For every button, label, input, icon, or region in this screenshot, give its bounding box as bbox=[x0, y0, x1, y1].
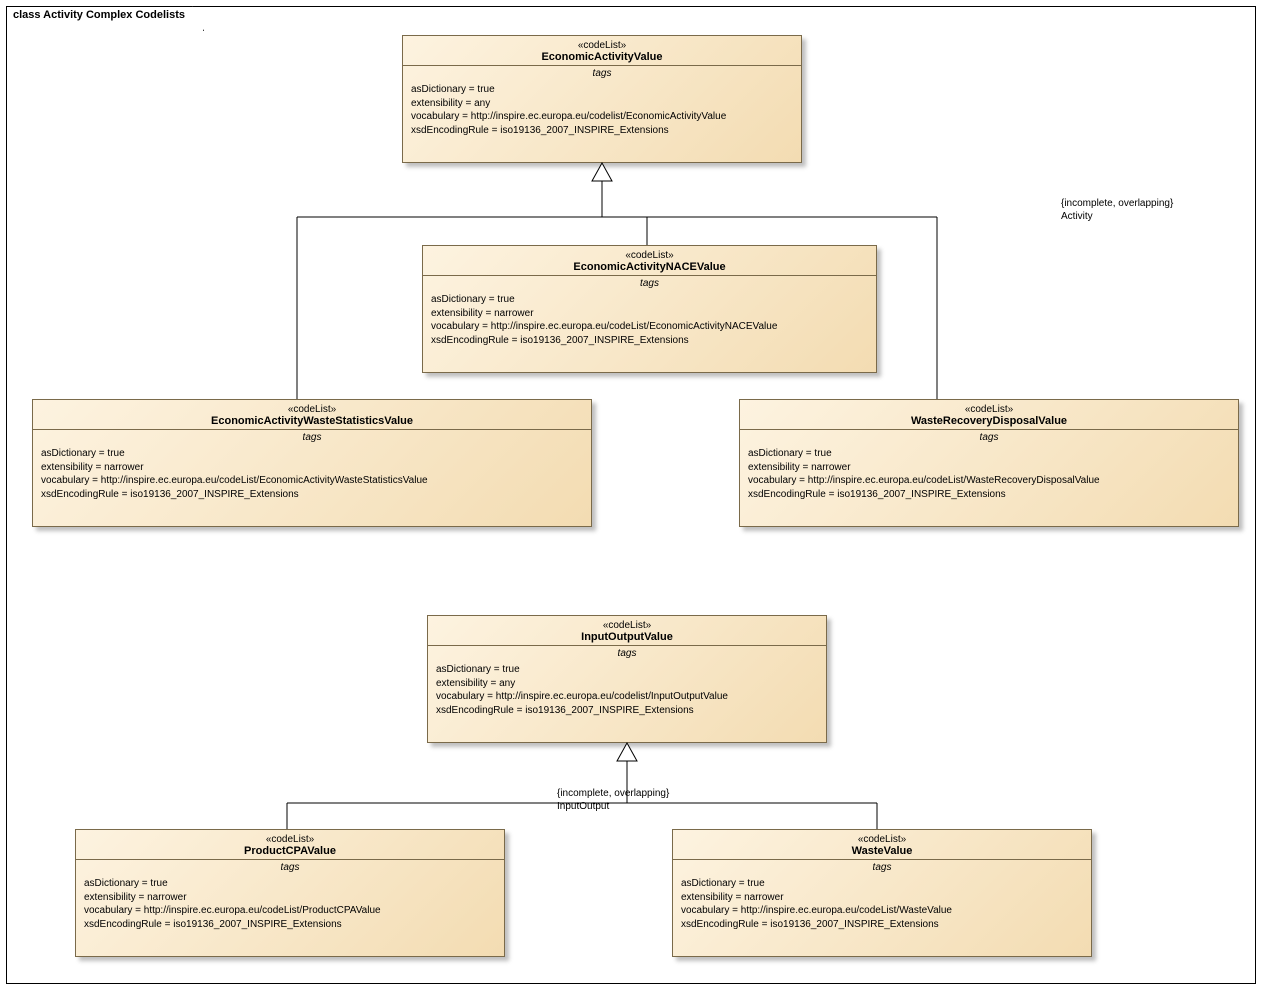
stereotype: «codeList» bbox=[39, 404, 585, 415]
tags-body: asDictionary = true extensibility = narr… bbox=[740, 447, 1238, 509]
tags-body: asDictionary = true extensibility = any … bbox=[428, 663, 826, 725]
tags-body: asDictionary = true extensibility = narr… bbox=[76, 877, 504, 939]
stereotype: «codeList» bbox=[82, 834, 498, 845]
class-name: WasteRecoveryDisposalValue bbox=[746, 415, 1232, 427]
stereotype: «codeList» bbox=[746, 404, 1232, 415]
generalization-note-top: {incomplete, overlapping} Activity bbox=[1061, 197, 1173, 223]
class-name: InputOutputValue bbox=[434, 631, 820, 643]
class-waste-recovery-disposal-value: «codeList» WasteRecoveryDisposalValue ta… bbox=[739, 399, 1239, 527]
class-name: EconomicActivityValue bbox=[409, 51, 795, 63]
class-economic-activity-value: «codeList» EconomicActivityValue tags as… bbox=[402, 35, 802, 163]
class-name: ProductCPAValue bbox=[82, 845, 498, 857]
diagram-frame: class Activity Complex Codelists «codeLi… bbox=[6, 6, 1256, 984]
diagram-title-tab: class Activity Complex Codelists bbox=[6, 6, 204, 31]
tags-body: asDictionary = true extensibility = narr… bbox=[423, 293, 876, 355]
class-name: EconomicActivityNACEValue bbox=[429, 261, 870, 273]
tags-body: asDictionary = true extensibility = any … bbox=[403, 83, 801, 145]
class-waste-value: «codeList» WasteValue tags asDictionary … bbox=[672, 829, 1092, 957]
tags-label: tags bbox=[428, 646, 826, 663]
note-line: {incomplete, overlapping} bbox=[557, 787, 669, 800]
class-economic-activity-waste-statistics-value: «codeList» EconomicActivityWasteStatisti… bbox=[32, 399, 592, 527]
stereotype: «codeList» bbox=[679, 834, 1085, 845]
tags-label: tags bbox=[423, 276, 876, 293]
tags-label: tags bbox=[673, 860, 1091, 877]
stereotype: «codeList» bbox=[434, 620, 820, 631]
diagram-title: class Activity Complex Codelists bbox=[13, 9, 185, 21]
tags-body: asDictionary = true extensibility = narr… bbox=[673, 877, 1091, 939]
class-input-output-value: «codeList» InputOutputValue tags asDicti… bbox=[427, 615, 827, 743]
stereotype: «codeList» bbox=[429, 250, 870, 261]
tags-body: asDictionary = true extensibility = narr… bbox=[33, 447, 591, 509]
class-economic-activity-nace-value: «codeList» EconomicActivityNACEValue tag… bbox=[422, 245, 877, 373]
stereotype: «codeList» bbox=[409, 40, 795, 51]
class-name: EconomicActivityWasteStatisticsValue bbox=[39, 415, 585, 427]
class-name: WasteValue bbox=[679, 845, 1085, 857]
note-line: {incomplete, overlapping} bbox=[1061, 197, 1173, 210]
note-line: Activity bbox=[1061, 210, 1173, 223]
tags-label: tags bbox=[76, 860, 504, 877]
generalization-note-bottom: {incomplete, overlapping} InputOutput bbox=[557, 787, 669, 813]
tags-label: tags bbox=[403, 66, 801, 83]
tags-label: tags bbox=[33, 430, 591, 447]
note-line: InputOutput bbox=[557, 800, 669, 813]
class-product-cpa-value: «codeList» ProductCPAValue tags asDictio… bbox=[75, 829, 505, 957]
tags-label: tags bbox=[740, 430, 1238, 447]
